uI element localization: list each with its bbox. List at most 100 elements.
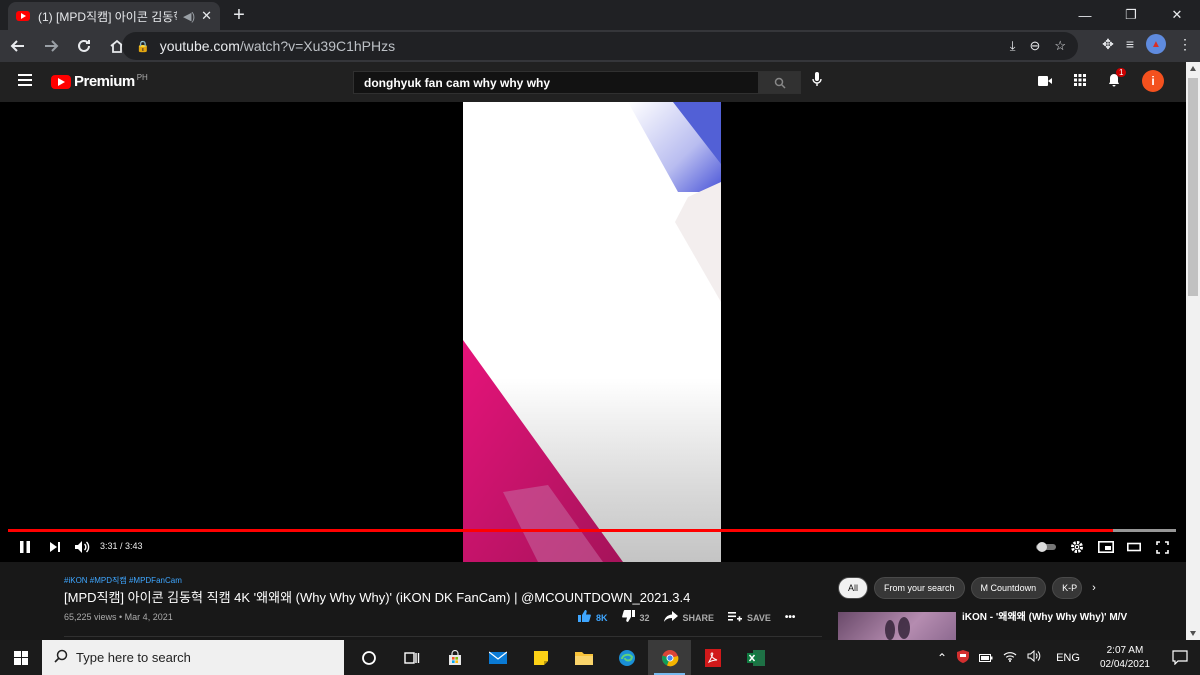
search-input[interactable]: donghyuk fan cam why why why — [353, 71, 759, 94]
tab-close-icon[interactable]: ✕ — [201, 8, 212, 24]
clock[interactable]: 2:07 AM 02/04/2021 — [1100, 644, 1150, 672]
next-button[interactable] — [46, 538, 64, 556]
chrome-menu-icon[interactable]: ⋮ — [1178, 36, 1192, 53]
create-video-icon[interactable] — [1038, 73, 1052, 89]
taskbar-search-placeholder: Type here to search — [76, 650, 191, 665]
video-info-section: #iKON #MPD직캠 #MPDFanCam [MPD직캠] 아이콘 김동혁 … — [0, 562, 1186, 640]
action-center-button[interactable] — [1160, 650, 1200, 665]
progress-bar[interactable] — [8, 529, 1176, 532]
battery-icon[interactable] — [979, 651, 993, 665]
fullscreen-icon — [1155, 540, 1169, 554]
notifications-bell-icon[interactable]: 1 — [1108, 67, 1127, 90]
apps-grid-icon[interactable] — [1074, 73, 1086, 89]
pause-button[interactable] — [16, 538, 34, 556]
chrome-browser-button[interactable] — [648, 640, 691, 675]
youtube-play-logo-icon — [51, 74, 71, 89]
video-meta: 65,225 views • Mar 4, 2021 — [64, 612, 173, 622]
pause-icon — [20, 541, 30, 553]
sticky-note-icon — [533, 650, 548, 665]
recommended-title[interactable]: iKON - '왜왜왜 (Why Why Why)' M/V — [962, 612, 1172, 624]
settings-button[interactable] — [1068, 538, 1086, 556]
voice-search-button[interactable] — [812, 72, 822, 90]
more-actions-button[interactable]: ••• — [785, 612, 796, 623]
chip-all[interactable]: All — [838, 577, 869, 599]
wifi-icon[interactable] — [1003, 651, 1017, 665]
start-button[interactable] — [0, 640, 42, 675]
autoplay-toggle-icon — [1036, 542, 1056, 552]
chips-next-chevron-icon[interactable]: › — [1092, 582, 1096, 594]
search-button[interactable] — [759, 71, 801, 94]
tab-audio-icon[interactable]: ◀) — [183, 10, 195, 23]
media-control-icon[interactable]: ≡ — [1126, 36, 1134, 52]
miniplayer-icon — [1098, 541, 1114, 553]
save-button[interactable]: SAVE — [728, 611, 771, 625]
excel-icon — [746, 649, 765, 666]
url-domain: youtube.com — [159, 38, 240, 54]
video-player[interactable]: 3:31 / 3:43 — [0, 102, 1186, 562]
address-bar[interactable]: 🔒 youtube.com/watch?v=Xu39C1hPHzs ⤓ ⊖ ☆ — [122, 32, 1078, 60]
chip-kpop[interactable]: K-P — [1052, 577, 1083, 599]
taskbar-apps — [347, 640, 777, 675]
back-button[interactable] — [3, 31, 33, 61]
browser-tab[interactable]: (1) [MPD직캠] 아이콘 김동혁 ◀) ✕ — [8, 2, 220, 30]
minimize-button[interactable]: — — [1062, 0, 1108, 30]
dislike-count: 32 — [639, 612, 650, 623]
video-title: [MPD직캠] 아이콘 김동혁 직캠 4K '왜왜왜 (Why Why Why)… — [64, 590, 691, 605]
mail-button[interactable] — [476, 640, 519, 675]
youtube-header: Premium PH donghyuk fan cam why why why … — [0, 62, 1186, 102]
video-hashtags[interactable]: #iKON #MPD직캠 #MPDFanCam — [64, 575, 182, 586]
sticky-notes-button[interactable] — [519, 640, 562, 675]
chip-m-countdown[interactable]: M Countdown — [970, 577, 1047, 599]
theater-mode-icon — [1127, 542, 1141, 552]
share-button[interactable]: SHARE — [663, 610, 714, 625]
scroll-down-arrow-icon[interactable] — [1190, 631, 1196, 636]
related-filter-chips: All From your search M Countdown K-P › — [838, 577, 1096, 599]
windows-logo-icon — [14, 650, 28, 665]
file-explorer-button[interactable] — [562, 640, 605, 675]
guide-menu-icon[interactable] — [18, 74, 32, 86]
bookmark-star-icon[interactable]: ☆ — [1054, 38, 1066, 54]
task-view-button[interactable] — [390, 640, 433, 675]
more-actions-icon: ••• — [784, 612, 796, 623]
extensions-area: ✥ ≡ ▲ ⋮ — [1102, 34, 1192, 54]
volume-button[interactable] — [72, 538, 92, 556]
profile-avatar-icon[interactable]: ▲ — [1146, 34, 1166, 54]
account-avatar[interactable]: i — [1142, 70, 1164, 92]
cortana-button[interactable] — [347, 640, 390, 675]
recommended-thumbnail[interactable] — [838, 612, 956, 640]
zoom-icon[interactable]: ⊖ — [1029, 38, 1040, 54]
url-path: /watch?v=Xu39C1hPHzs — [239, 38, 396, 54]
tab-title: (1) [MPD직캠] 아이콘 김동혁 — [38, 9, 177, 24]
autoplay-toggle[interactable] — [1036, 538, 1056, 556]
fullscreen-button[interactable] — [1152, 538, 1172, 556]
page-scrollbar[interactable] — [1186, 62, 1200, 640]
like-button[interactable]: 8K — [578, 610, 608, 625]
microsoft-store-button[interactable] — [433, 640, 476, 675]
buffered-bar — [1112, 529, 1176, 532]
taskbar-search-box[interactable]: Type here to search — [42, 640, 344, 675]
chip-from-your-search[interactable]: From your search — [874, 577, 965, 599]
skip-next-icon — [50, 542, 60, 552]
new-tab-button[interactable]: + — [229, 4, 249, 27]
input-language[interactable]: ENG — [1056, 652, 1080, 664]
antivirus-shield-icon[interactable] — [957, 649, 970, 666]
dislike-button[interactable]: 32 — [621, 610, 650, 625]
scroll-up-arrow-icon[interactable] — [1190, 66, 1196, 71]
browser-toolbar: 🔒 youtube.com/watch?v=Xu39C1hPHzs ⤓ ⊖ ☆ … — [0, 30, 1200, 62]
miniplayer-button[interactable] — [1096, 538, 1116, 556]
forward-button[interactable] — [36, 31, 66, 61]
install-app-icon[interactable]: ⤓ — [1010, 38, 1016, 54]
theater-mode-button[interactable] — [1124, 538, 1144, 556]
restore-button[interactable]: ❐ — [1108, 0, 1154, 30]
reload-button[interactable] — [69, 31, 99, 61]
speaker-volume-icon[interactable] — [1027, 649, 1041, 665]
acrobat-button[interactable] — [691, 640, 734, 675]
show-hidden-icons-chevron-icon[interactable]: ⌃ — [937, 651, 947, 665]
excel-button[interactable] — [734, 640, 777, 675]
youtube-logo[interactable]: Premium PH — [51, 73, 148, 90]
extensions-puzzle-icon[interactable]: ✥ — [1102, 36, 1114, 53]
notification-speech-icon — [1172, 650, 1188, 665]
close-window-button[interactable]: ✕ — [1154, 0, 1200, 30]
scrollbar-thumb[interactable] — [1188, 78, 1198, 296]
edge-browser-button[interactable] — [605, 640, 648, 675]
